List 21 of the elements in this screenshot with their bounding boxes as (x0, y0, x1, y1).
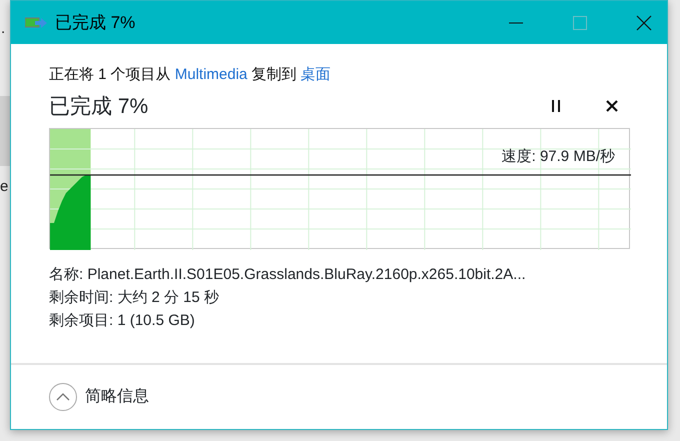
detail-line: 剩余时间: 大约 2 分 15 秒 (49, 288, 220, 308)
chevron-up-icon (56, 393, 70, 401)
copy-icon (25, 16, 47, 30)
close-icon (606, 100, 618, 112)
minimize-icon (509, 22, 523, 24)
destination-folder-link[interactable]: 桌面 (300, 66, 331, 83)
detail-line: 剩余项目: 1 (10.5 GB) (49, 311, 196, 331)
maximize-icon (573, 16, 587, 30)
close-icon (636, 14, 652, 30)
window-title: 已完成 7% (55, 12, 136, 34)
details-toggle-label: 简略信息 (85, 387, 149, 407)
collapse-button[interactable] (49, 383, 77, 411)
progress-heading: 已完成 7% (49, 94, 150, 120)
desktop-icon-fragment (0, 96, 10, 166)
desktop-label-fragment: . (1, 19, 6, 39)
source-folder-link[interactable]: Multimedia (174, 66, 248, 83)
copy-description: 正在将 1 个项目从 Multimedia 复制到 桌面 (49, 65, 332, 85)
pause-icon (551, 100, 561, 112)
speed-label: 速度: 97.9 MB/秒 (502, 147, 615, 167)
desktop-label-fragment: e (0, 176, 10, 196)
detail-line: 名称: Planet.Earth.II.S01E05.Grasslands.BluRay.2160p.x265.10bit.2A... (49, 265, 527, 285)
